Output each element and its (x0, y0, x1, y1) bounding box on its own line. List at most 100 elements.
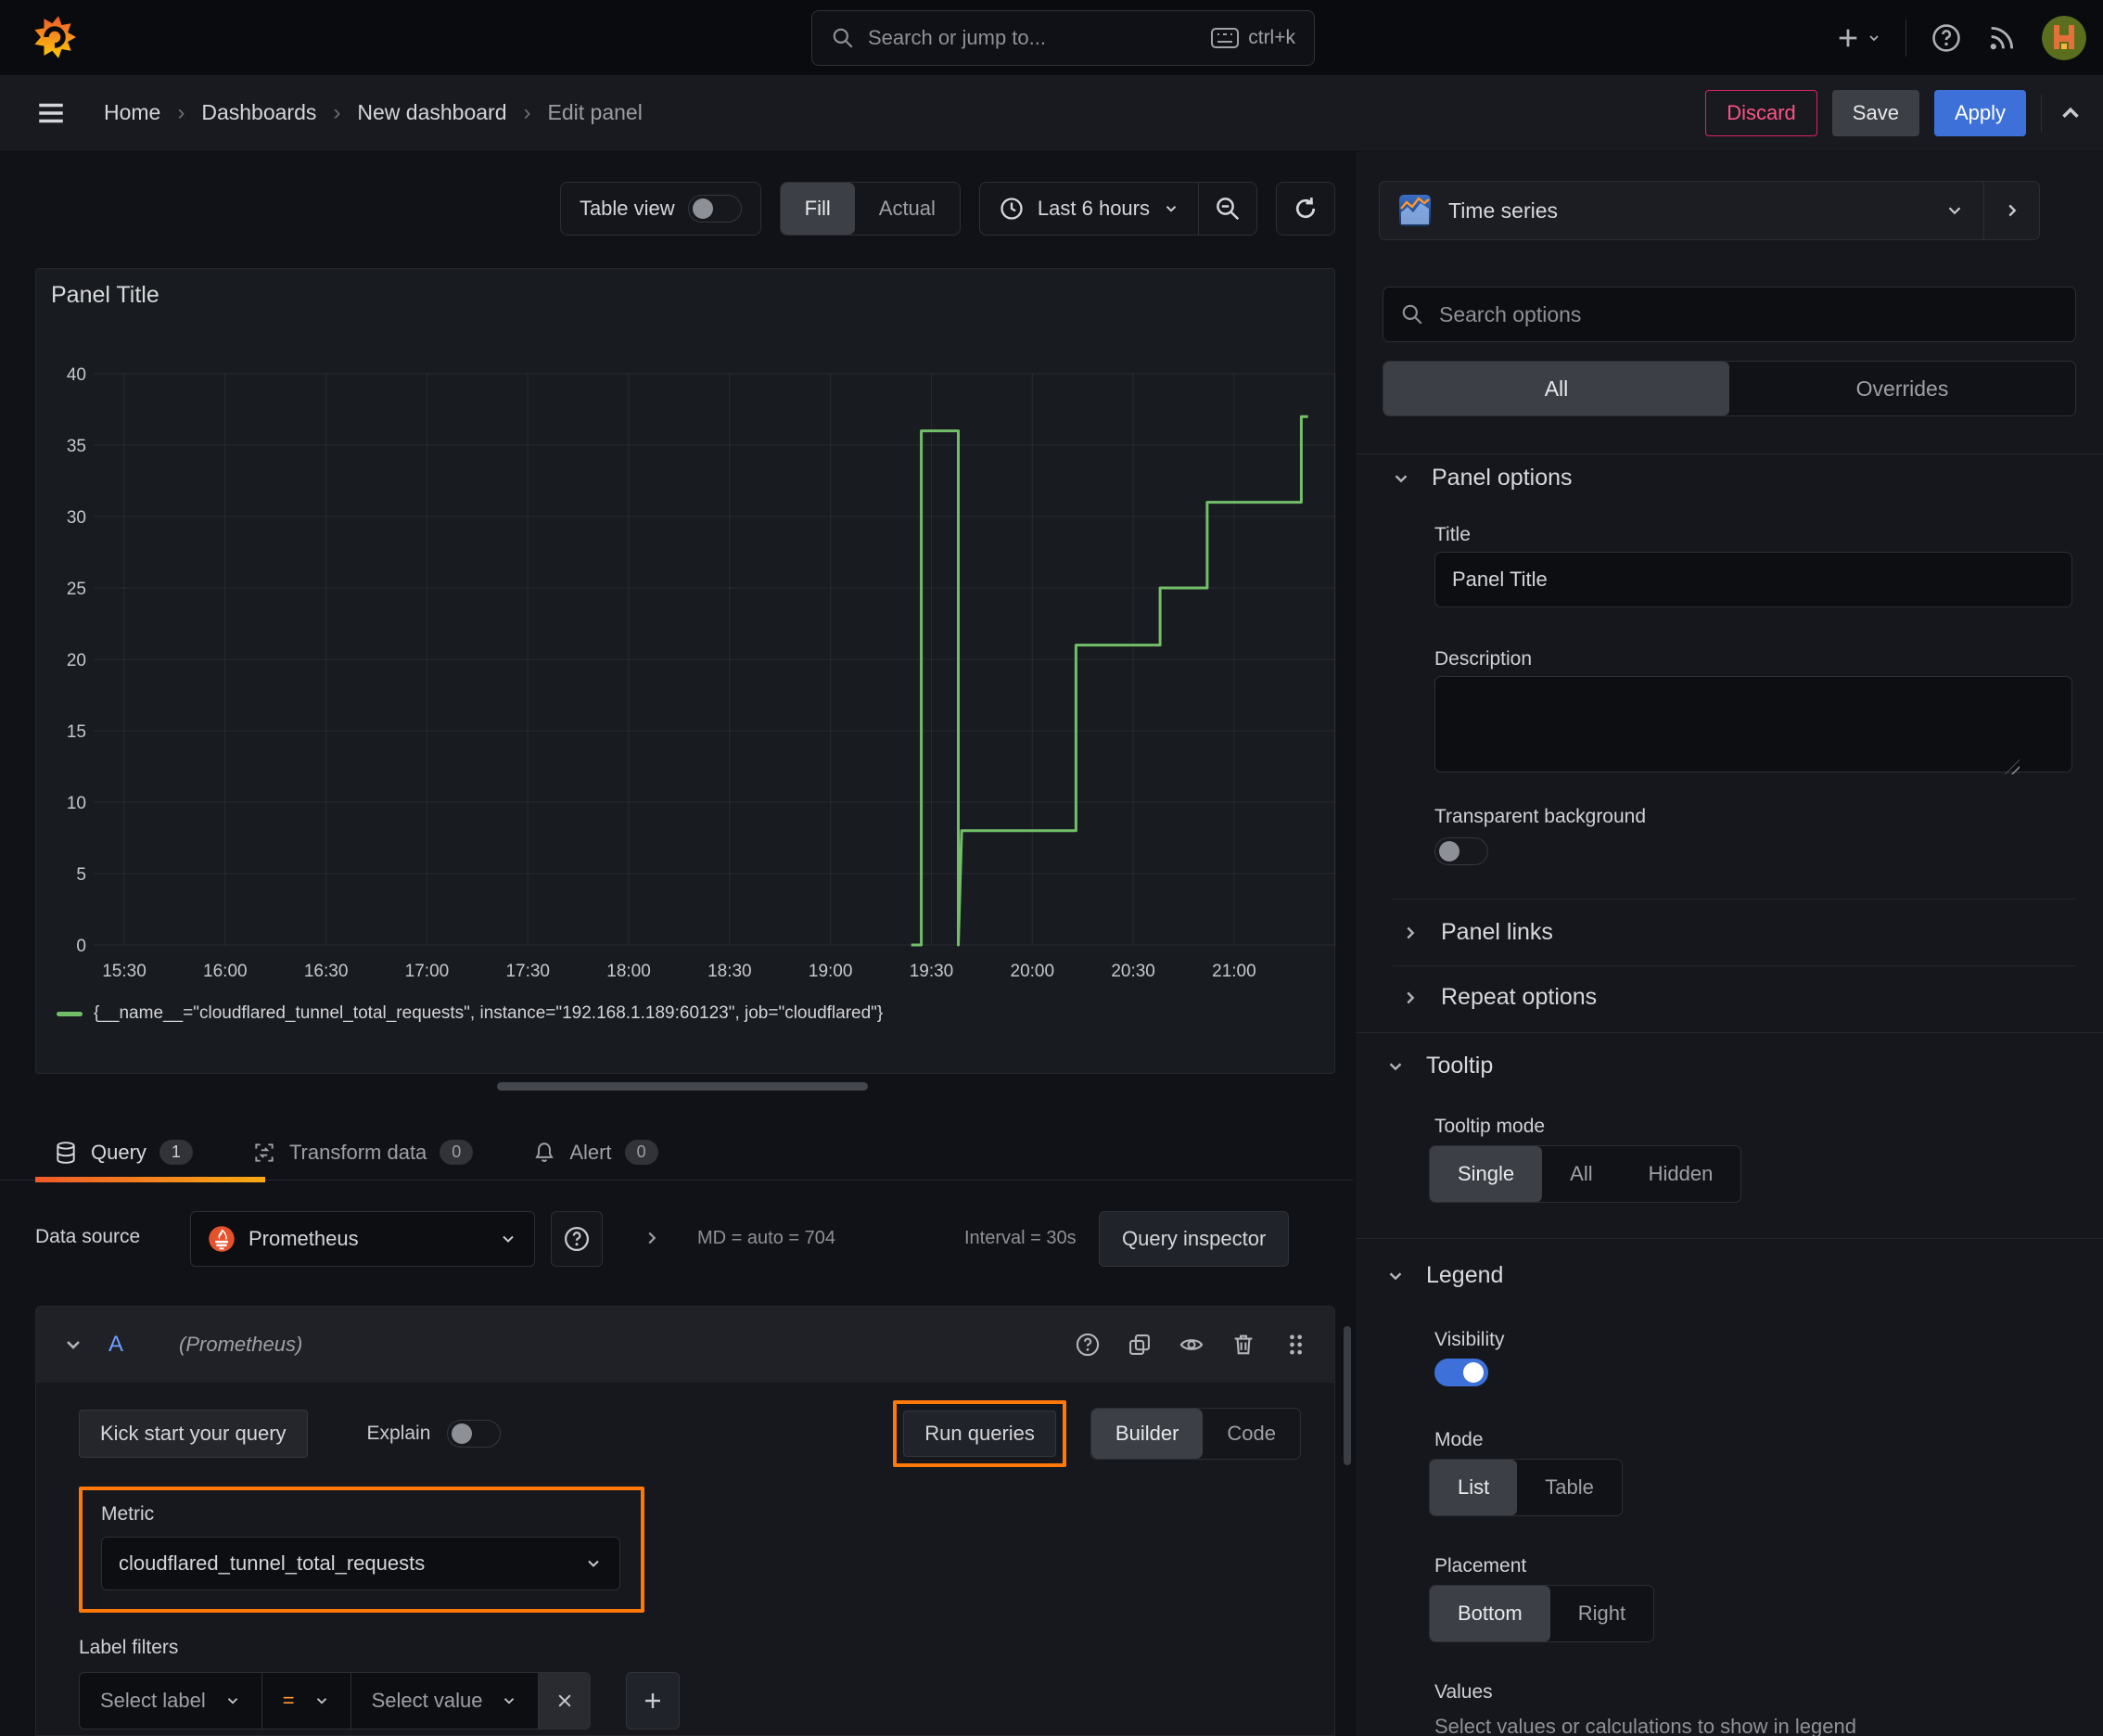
viz-suggestions-button[interactable] (1983, 182, 2039, 239)
panel-title-input[interactable] (1434, 552, 2072, 607)
tooltip-section-header[interactable]: Tooltip (1385, 1053, 1493, 1079)
options-filter-tabs: All Overrides (1383, 361, 2076, 416)
query-help-icon[interactable] (1075, 1332, 1101, 1358)
user-avatar[interactable] (2042, 16, 2086, 60)
refresh-control (1276, 182, 1335, 236)
panel-title: Panel Title (51, 282, 159, 308)
breadcrumb-new-dashboard[interactable]: New dashboard (357, 100, 506, 125)
query-ref-id: A (108, 1332, 124, 1357)
help-button[interactable] (1931, 22, 1962, 54)
svg-text:40: 40 (67, 365, 86, 385)
explain-toggle[interactable] (447, 1420, 502, 1448)
tab-overrides[interactable]: Overrides (1729, 362, 2075, 415)
placement-right-option[interactable]: Right (1550, 1586, 1653, 1641)
tab-all[interactable]: All (1383, 362, 1729, 415)
description-textarea[interactable] (1434, 676, 2072, 772)
divider (1356, 1032, 2103, 1033)
chevron-right-icon[interactable] (642, 1228, 662, 1248)
breadcrumb-separator: › (523, 99, 531, 125)
tab-alert[interactable]: Alert 0 (532, 1140, 658, 1165)
menu-icon[interactable] (35, 97, 67, 129)
data-source-select[interactable]: Prometheus (190, 1211, 535, 1267)
duplicate-query-icon[interactable] (1127, 1332, 1153, 1358)
tooltip-single-option[interactable]: Single (1430, 1146, 1543, 1202)
tooltip-all-option[interactable]: All (1542, 1146, 1620, 1202)
placement-bottom-option[interactable]: Bottom (1430, 1586, 1550, 1641)
description-label: Description (1434, 648, 1533, 670)
add-filter-button[interactable] (626, 1672, 681, 1730)
svg-text:18:30: 18:30 (707, 962, 752, 981)
collapse-chevron-up-icon[interactable] (2057, 99, 2084, 127)
explain-control: Explain (367, 1420, 502, 1448)
chevron-down-icon[interactable] (62, 1334, 84, 1356)
search-options-input[interactable]: Search options (1383, 287, 2076, 342)
tab-transform-count: 0 (440, 1140, 474, 1165)
svg-text:17:00: 17:00 (405, 962, 450, 981)
legend-values-label: Values (1434, 1681, 1493, 1703)
panel-options-pane: Time series Search options All Overrides… (1355, 151, 2103, 1736)
table-view-control: Table view (559, 182, 761, 236)
explain-label: Explain (366, 1423, 431, 1444)
metric-select[interactable]: cloudflared_tunnel_total_requests (101, 1537, 620, 1590)
hide-query-eye-icon[interactable] (1179, 1332, 1204, 1358)
query-builder-toolbar: Kick start your query Explain Run querie… (79, 1400, 1301, 1467)
legend-visibility-toggle[interactable] (1434, 1359, 1488, 1386)
repeat-options-section-header[interactable]: Repeat options (1400, 984, 1597, 1011)
table-view-toggle[interactable] (687, 195, 742, 223)
fill-option[interactable]: Fill (780, 183, 855, 235)
legend-item[interactable]: {__name__="cloudflared_tunnel_total_requ… (57, 1003, 883, 1024)
breadcrumb-dashboards[interactable]: Dashboards (201, 100, 316, 125)
rss-icon (1990, 26, 2014, 50)
divider (2041, 94, 2042, 132)
query-row-header[interactable]: A (Prometheus) (36, 1307, 1334, 1383)
legend-table-option[interactable]: Table (1517, 1460, 1622, 1515)
zoom-out-button[interactable] (1199, 183, 1256, 235)
code-option[interactable]: Code (1203, 1409, 1300, 1459)
discard-button[interactable]: Discard (1705, 89, 1817, 136)
top-nav-bar: Search or jump to... ctrl+k (0, 0, 2103, 76)
tooltip-mode-switch: Single All Hidden (1429, 1145, 1742, 1203)
chevron-down-icon (504, 1698, 515, 1704)
builder-option[interactable]: Builder (1090, 1409, 1204, 1459)
drag-handle-grip-icon[interactable] (1282, 1332, 1308, 1358)
panel-links-section-header[interactable]: Panel links (1400, 919, 1553, 946)
tooltip-hidden-option[interactable]: Hidden (1621, 1146, 1741, 1202)
prometheus-icon (209, 1226, 235, 1252)
data-source-help-button[interactable] (551, 1211, 603, 1267)
legend-section-header[interactable]: Legend (1385, 1262, 1503, 1289)
add-new-button[interactable] (1835, 25, 1881, 51)
panel-options-section-header[interactable]: Panel options (1391, 465, 1573, 491)
apply-button[interactable]: Apply (1933, 89, 2026, 136)
operator-dropdown[interactable]: = (261, 1672, 351, 1730)
select-label-dropdown[interactable]: Select label (79, 1672, 262, 1730)
global-search-input[interactable]: Search or jump to... ctrl+k (811, 10, 1315, 66)
breadcrumb-home[interactable]: Home (104, 100, 160, 125)
tab-query[interactable]: Query 1 (54, 1140, 193, 1165)
run-queries-button[interactable]: Run queries (903, 1410, 1056, 1457)
time-range-picker[interactable]: Last 6 hours (980, 183, 1198, 235)
transparent-background-toggle[interactable] (1434, 837, 1488, 865)
shortcut-hint: ctrl+k (1211, 27, 1295, 49)
bell-icon (535, 1142, 554, 1162)
news-button[interactable] (1986, 22, 2018, 54)
editor-tabs: Query 1 Transform data 0 Alert 0 (0, 1125, 1353, 1181)
save-button[interactable]: Save (1831, 89, 1919, 136)
remove-filter-button[interactable] (539, 1672, 592, 1730)
builder-code-switch: Builder Code (1090, 1408, 1301, 1460)
panel-resize-handle[interactable] (497, 1082, 868, 1091)
kick-start-query-button[interactable]: Kick start your query (79, 1410, 308, 1458)
scrollbar-thumb[interactable] (1344, 1326, 1351, 1465)
legend-list-option[interactable]: List (1430, 1460, 1518, 1515)
actual-option[interactable]: Actual (855, 183, 960, 235)
refresh-button[interactable] (1277, 183, 1334, 235)
metric-value: cloudflared_tunnel_total_requests (119, 1551, 426, 1575)
title-label: Title (1434, 524, 1471, 545)
search-icon (833, 28, 853, 48)
tab-transform-data[interactable]: Transform data 0 (252, 1140, 474, 1165)
select-value-dropdown[interactable]: Select value (350, 1672, 540, 1730)
grafana-logo-icon[interactable] (33, 16, 76, 58)
query-inspector-button[interactable]: Query inspector (1099, 1211, 1290, 1267)
visualization-select[interactable]: Time series (1380, 182, 1983, 239)
delete-query-trash-icon[interactable] (1230, 1332, 1256, 1358)
tab-alert-count: 0 (624, 1140, 658, 1165)
